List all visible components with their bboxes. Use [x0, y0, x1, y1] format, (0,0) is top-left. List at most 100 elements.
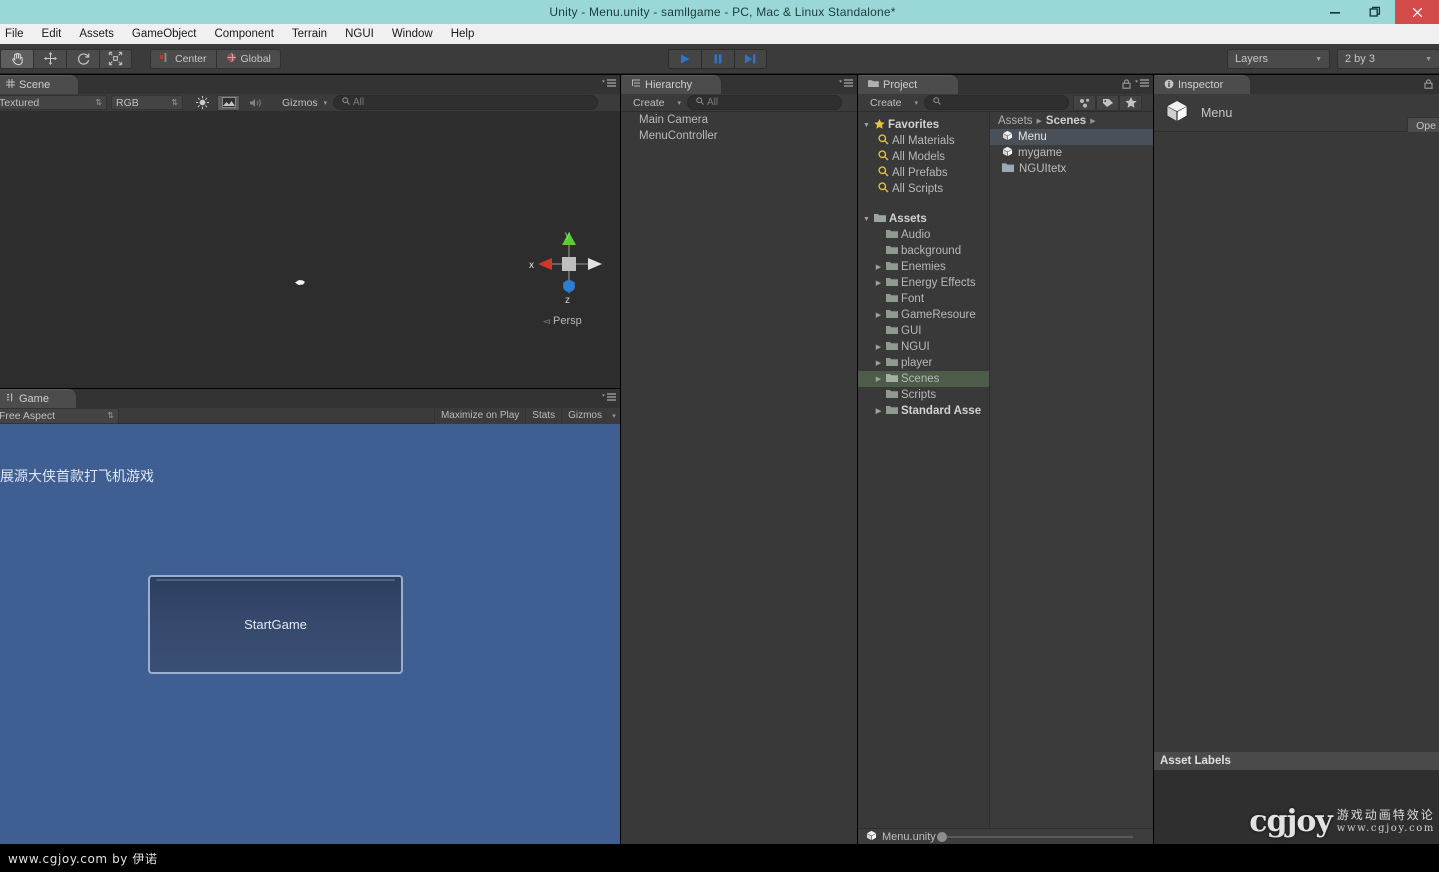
- menu-terrain[interactable]: Terrain: [283, 26, 336, 42]
- project-zoom-slider[interactable]: [936, 831, 1133, 842]
- project-folder-font[interactable]: Font: [858, 291, 989, 307]
- project-folder-audio[interactable]: Audio: [858, 227, 989, 243]
- menu-gameobject[interactable]: GameObject: [123, 26, 206, 42]
- triangle-right-icon[interactable]: ▶: [874, 263, 883, 271]
- asset-item-nguitetx[interactable]: NGUItetx: [990, 161, 1153, 177]
- search-icon: [878, 166, 889, 180]
- stats-toggle[interactable]: Stats: [525, 407, 562, 424]
- scene-search-input[interactable]: All: [333, 95, 598, 110]
- hierarchy-search-placeholder: All: [707, 97, 719, 108]
- tab-game[interactable]: Game: [0, 389, 76, 408]
- asset-item-mygame[interactable]: mygame: [990, 145, 1153, 161]
- game-aspect-dropdown[interactable]: Free Aspect ⇅: [0, 407, 119, 424]
- rotate-tool-button[interactable]: [66, 48, 99, 69]
- scene-panel-menu-icon[interactable]: [600, 79, 616, 91]
- project-folder-player[interactable]: ▶ player: [858, 355, 989, 371]
- breadcrumb-assets[interactable]: Assets: [998, 115, 1033, 127]
- restore-icon[interactable]: [1355, 0, 1395, 24]
- favorite-star-icon[interactable]: [1119, 94, 1142, 111]
- chevron-down-icon[interactable]: ▾: [608, 407, 620, 424]
- menu-component[interactable]: Component: [205, 26, 282, 42]
- project-folder-scripts[interactable]: Scripts: [858, 387, 989, 403]
- layers-dropdown[interactable]: Layers ▼: [1227, 49, 1330, 69]
- breadcrumb-scenes[interactable]: Scenes: [1046, 115, 1086, 127]
- triangle-right-icon[interactable]: ▶: [874, 359, 883, 367]
- minimize-icon[interactable]: [1315, 0, 1355, 24]
- asset-item-menu[interactable]: Menu: [990, 129, 1153, 145]
- filter-by-label-icon[interactable]: [1096, 94, 1119, 111]
- scene-viewport[interactable]: x y z ◅ Persp: [0, 112, 620, 388]
- hierarchy-create-button[interactable]: Create ▾: [629, 95, 685, 110]
- triangle-right-icon[interactable]: ▶: [874, 311, 883, 319]
- asset-labels-header[interactable]: Asset Labels: [1154, 752, 1439, 770]
- layout-dropdown[interactable]: 2 by 3 ▼: [1337, 49, 1439, 69]
- menu-help[interactable]: Help: [442, 26, 484, 42]
- scene-draw-mode-dropdown[interactable]: Textured ⇅: [0, 95, 107, 110]
- project-folder-energy-effects[interactable]: ▶ Energy Effects: [858, 275, 989, 291]
- maximize-on-play-toggle[interactable]: Maximize on Play: [433, 407, 526, 424]
- scene-axis-gizmo[interactable]: x y z: [524, 224, 619, 306]
- menu-window[interactable]: Window: [383, 26, 442, 42]
- project-folder-background[interactable]: background: [858, 243, 989, 259]
- play-button[interactable]: [668, 49, 701, 69]
- scene-lighting-toggle[interactable]: [191, 94, 214, 111]
- lock-icon[interactable]: [1424, 79, 1433, 92]
- hand-tool-button[interactable]: [0, 48, 33, 69]
- favorite-all-models[interactable]: All Models: [858, 149, 989, 165]
- project-folder-ngui[interactable]: ▶ NGUI: [858, 339, 989, 355]
- start-game-button[interactable]: StartGame: [148, 575, 403, 674]
- tab-inspector[interactable]: Inspector: [1154, 75, 1250, 94]
- scale-tool-button[interactable]: [99, 48, 132, 69]
- pivot-rotation-button[interactable]: Global: [215, 48, 281, 69]
- hierarchy-item-menucontroller[interactable]: MenuController: [621, 128, 857, 144]
- hierarchy-panel-menu-icon[interactable]: [837, 79, 853, 91]
- scene-projection-label[interactable]: ◅ Persp: [543, 315, 582, 327]
- hierarchy-item-main-camera[interactable]: Main Camera: [621, 112, 857, 128]
- menu-ngui[interactable]: NGUI: [336, 26, 383, 42]
- triangle-down-icon: ▼: [863, 215, 870, 223]
- project-search-input[interactable]: [924, 95, 1069, 110]
- project-folder-gui[interactable]: GUI: [858, 323, 989, 339]
- scene-render-mode-dropdown[interactable]: RGB ⇅: [111, 95, 183, 110]
- hierarchy-search-input[interactable]: All: [687, 95, 842, 110]
- scene-audio-toggle[interactable]: [243, 94, 266, 111]
- tab-hierarchy[interactable]: Hierarchy: [621, 75, 721, 94]
- menu-file[interactable]: File: [0, 26, 33, 42]
- project-folder-gameresoure[interactable]: ▶ GameResoure: [858, 307, 989, 323]
- pivot-mode-button[interactable]: Center: [150, 48, 216, 69]
- tab-project[interactable]: Project: [858, 75, 958, 94]
- move-tool-button[interactable]: [33, 48, 66, 69]
- lock-icon[interactable]: [1122, 79, 1131, 92]
- project-folder-standard-assets[interactable]: ▶ Standard Asse: [858, 403, 989, 419]
- triangle-right-icon[interactable]: ▶: [874, 279, 883, 287]
- tab-scene[interactable]: Scene: [0, 75, 78, 94]
- menu-assets[interactable]: Assets: [70, 26, 123, 42]
- project-assets-root[interactable]: ▼ Assets: [858, 211, 989, 227]
- project-panel-menu-icon[interactable]: [1133, 79, 1149, 91]
- scene-fx-toggle[interactable]: [217, 94, 240, 111]
- step-button[interactable]: [734, 49, 767, 69]
- project-favorites-root[interactable]: ▼ Favorites: [858, 117, 989, 133]
- filter-by-type-icon[interactable]: [1073, 94, 1096, 111]
- game-gizmos-dropdown[interactable]: Gizmos: [561, 407, 608, 424]
- zoom-slider-knob[interactable]: [936, 831, 947, 842]
- menu-edit[interactable]: Edit: [33, 26, 71, 42]
- game-panel-menu-icon[interactable]: [600, 393, 616, 405]
- game-viewport[interactable]: 展源大侠首款打飞机游戏 StartGame: [0, 424, 620, 844]
- favorite-label: All Models: [892, 151, 946, 163]
- scene-gizmos-dropdown[interactable]: Gizmos ▾: [278, 95, 330, 110]
- triangle-right-icon[interactable]: ▶: [874, 343, 883, 351]
- favorite-all-prefabs[interactable]: All Prefabs: [858, 165, 989, 181]
- favorite-label: All Scripts: [892, 183, 944, 195]
- pause-button[interactable]: [701, 49, 734, 69]
- project-folder-scenes[interactable]: ▶ Scenes: [858, 371, 989, 387]
- project-create-label: Create: [870, 96, 902, 109]
- project-create-button[interactable]: Create ▾: [866, 95, 922, 110]
- project-folder-enemies[interactable]: ▶ Enemies: [858, 259, 989, 275]
- close-icon[interactable]: [1395, 0, 1439, 24]
- folder-icon: [868, 79, 879, 91]
- favorite-all-scripts[interactable]: All Scripts: [858, 181, 989, 197]
- triangle-right-icon[interactable]: ▶: [874, 375, 883, 383]
- triangle-right-icon[interactable]: ▶: [874, 407, 883, 415]
- favorite-all-materials[interactable]: All Materials: [858, 133, 989, 149]
